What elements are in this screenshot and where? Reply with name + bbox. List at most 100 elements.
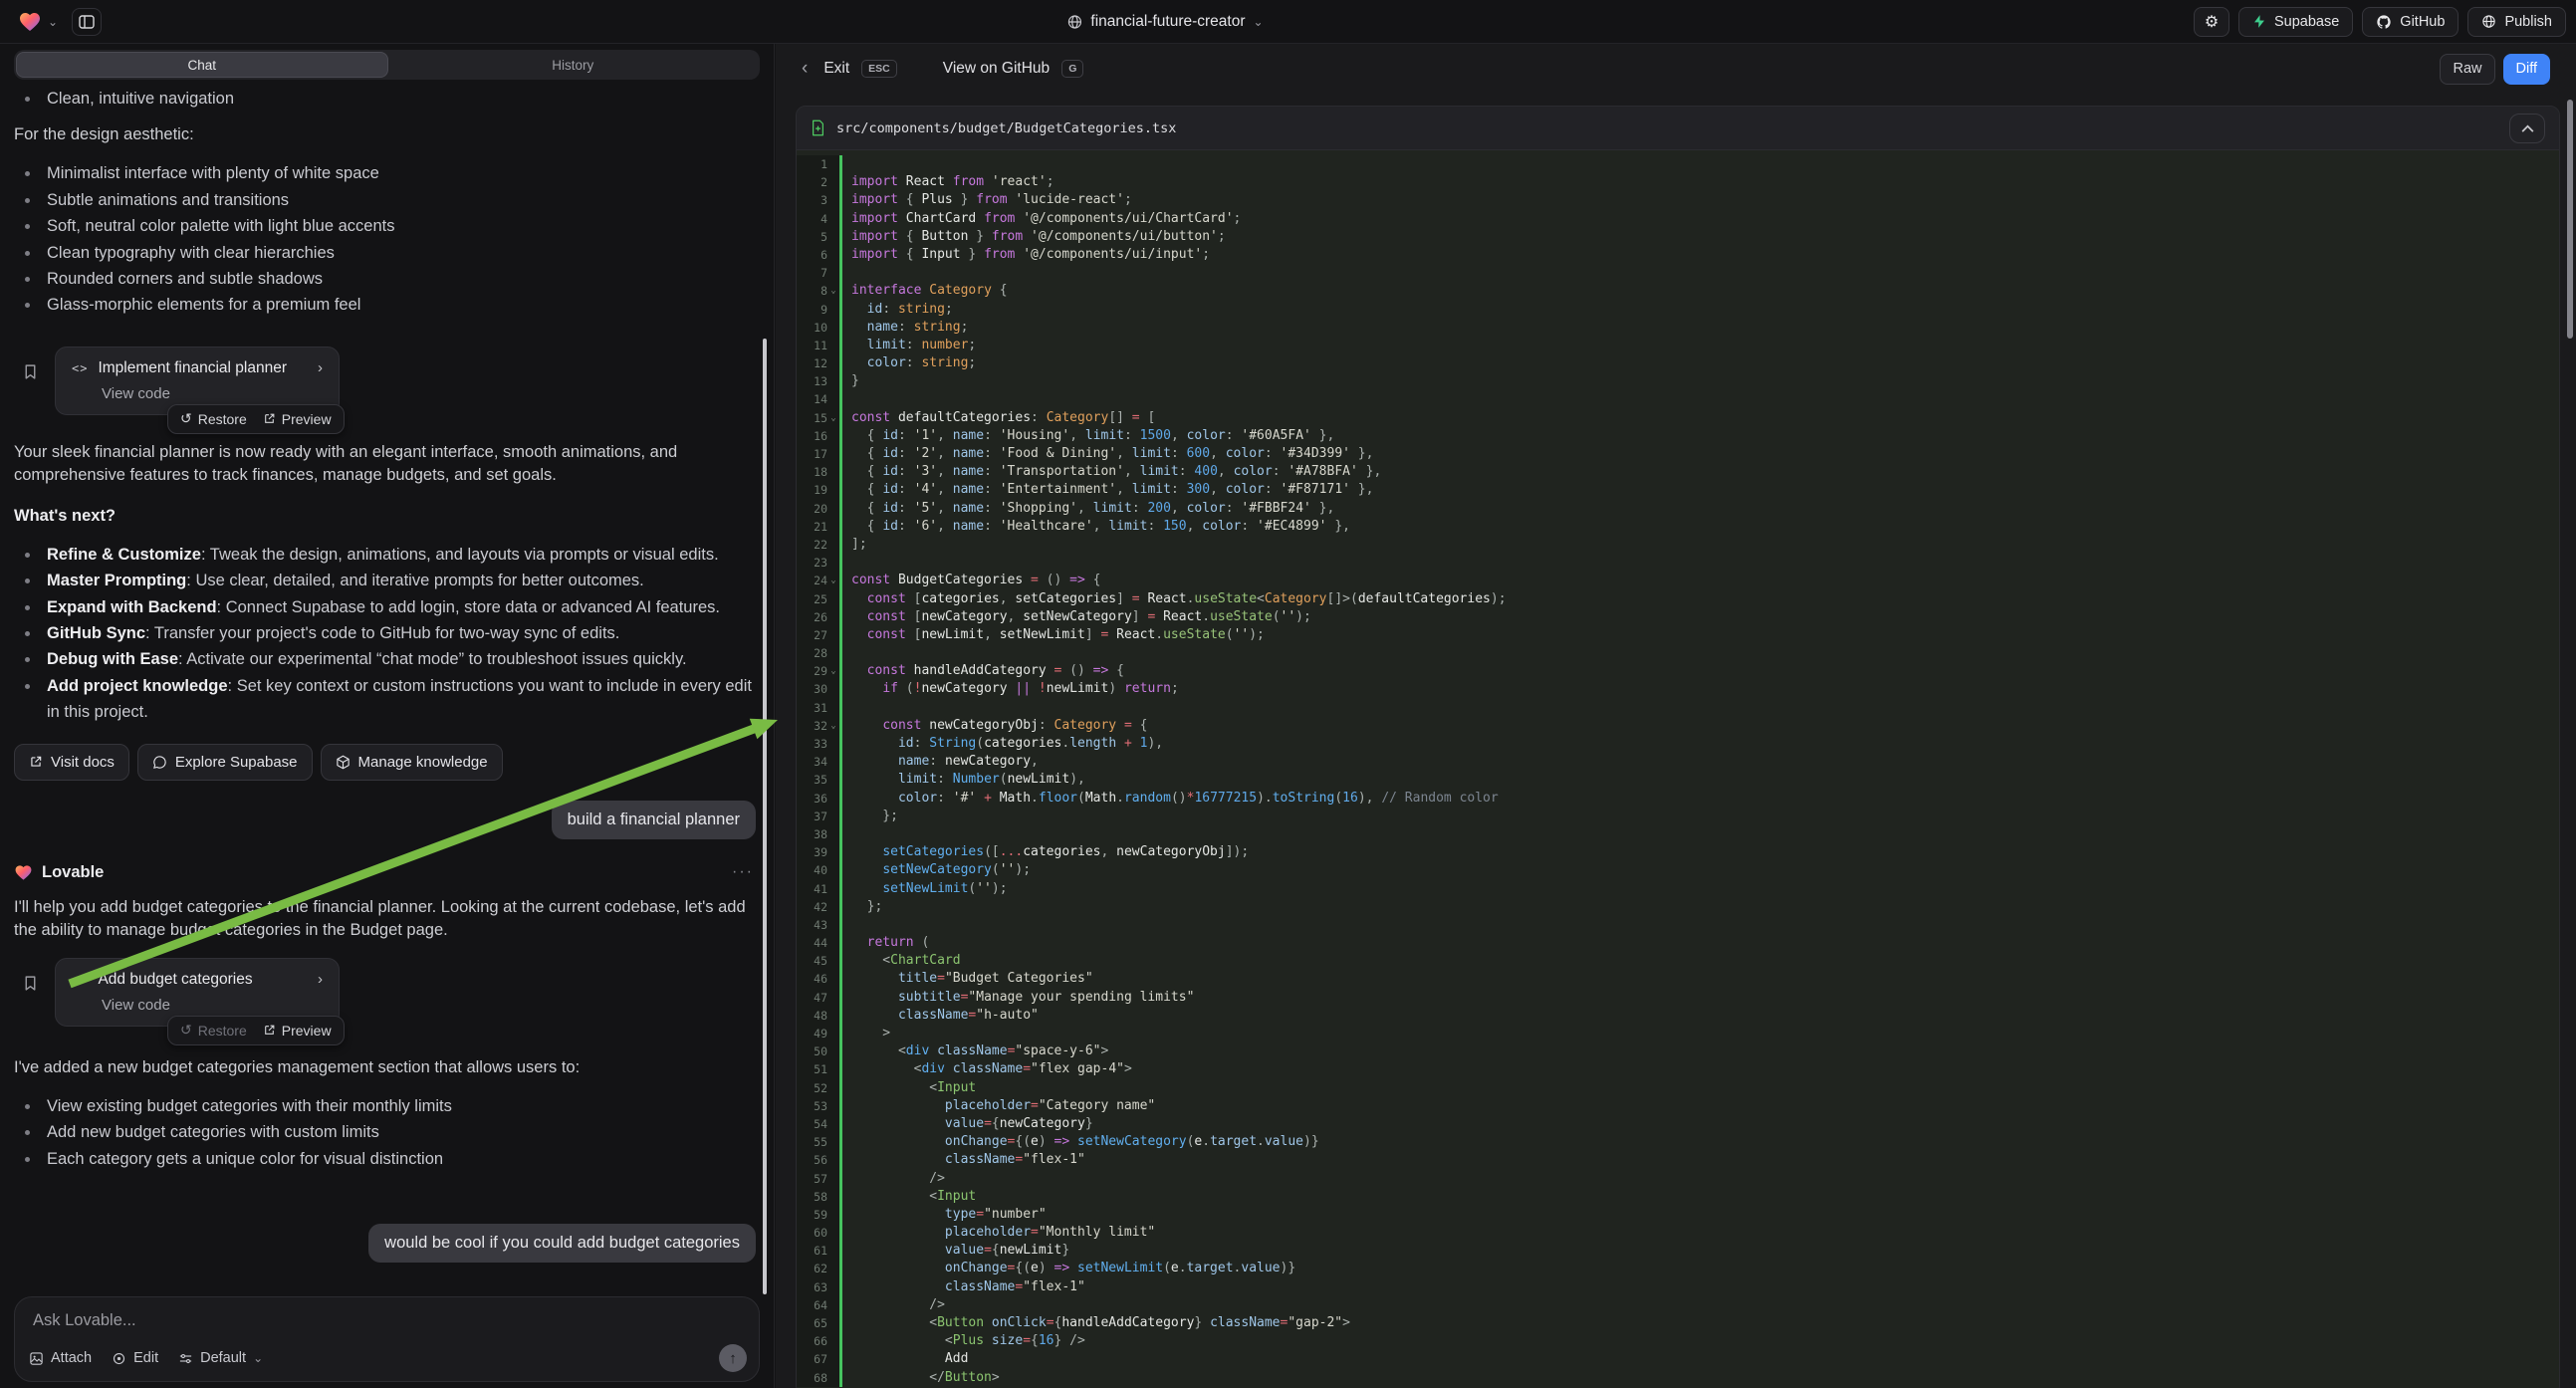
list-item: Clean typography with clear hierarchies xyxy=(14,240,760,266)
code-lines[interactable]: 12import React from 'react';3import { Pl… xyxy=(797,150,2559,1387)
list-item: GitHub Sync: Transfer your project's cod… xyxy=(14,620,760,646)
publish-button[interactable]: Publish xyxy=(2467,7,2566,37)
code-line: 24⌄const BudgetCategories = () => { xyxy=(797,572,2559,589)
code-line: 22]; xyxy=(797,536,2559,554)
code-line: 28 xyxy=(797,644,2559,662)
code-line: 44 return ( xyxy=(797,934,2559,952)
version-actions: ↺ Restore Preview xyxy=(167,404,345,434)
tab-chat[interactable]: Chat xyxy=(16,52,388,78)
version-actions: ↺ Restore Preview xyxy=(167,1016,345,1045)
code-scrollbar[interactable] xyxy=(2567,100,2573,339)
restore-button[interactable]: ↺ Restore xyxy=(180,1022,247,1039)
version-card-row: <> Add budget categories › View code ↺ R… xyxy=(22,958,760,1027)
send-button[interactable]: ↑ xyxy=(719,1344,747,1372)
list-item: Glass-morphic elements for a premium fee… xyxy=(14,292,760,318)
supabase-icon xyxy=(2252,14,2266,29)
composer: Attach Edit Default ⌄ ↑ xyxy=(14,1296,760,1382)
code-line: 55 onChange={(e) => setNewCategory(e.tar… xyxy=(797,1133,2559,1151)
code-line: 65 <Button onClick={handleAddCategory} c… xyxy=(797,1314,2559,1332)
fold-chevron-icon[interactable]: ⌄ xyxy=(827,717,839,735)
code-line: 1 xyxy=(797,155,2559,173)
bookmark-icon[interactable] xyxy=(22,974,39,1027)
code-line: 53 placeholder="Category name" xyxy=(797,1097,2559,1115)
lovable-logo-heart-icon[interactable] xyxy=(18,10,42,34)
code-line: 47 subtitle="Manage your spending limits… xyxy=(797,989,2559,1007)
code-line: 62 onChange={(e) => setNewLimit(e.target… xyxy=(797,1260,2559,1277)
fold-chevron-icon[interactable]: ⌄ xyxy=(827,409,839,427)
edit-button[interactable]: Edit xyxy=(112,1350,158,1366)
tab-history[interactable]: History xyxy=(388,52,759,78)
visit-docs-button[interactable]: Visit docs xyxy=(14,744,129,781)
collapse-file-button[interactable] xyxy=(2509,114,2545,143)
design-bullet-list: Minimalist interface with plenty of whit… xyxy=(14,160,760,318)
list-item: Clean, intuitive navigation xyxy=(14,86,760,112)
sidebar-toggle-button[interactable] xyxy=(72,8,102,36)
chat-input[interactable] xyxy=(33,1311,690,1330)
preview-label: Preview xyxy=(282,411,332,427)
chat-scrollbar[interactable] xyxy=(763,339,767,1294)
preview-button[interactable]: Preview xyxy=(263,411,332,427)
external-link-icon xyxy=(29,755,43,769)
code-line: 33 id: String(categories.length + 1), xyxy=(797,735,2559,753)
attach-label: Attach xyxy=(51,1350,92,1366)
code-line: 15⌄const defaultCategories: Category[] =… xyxy=(797,409,2559,427)
manage-knowledge-button[interactable]: Manage knowledge xyxy=(321,744,503,781)
external-link-icon xyxy=(263,1024,276,1037)
code-line: 38 xyxy=(797,825,2559,843)
list-item: Add new budget categories with custom li… xyxy=(14,1119,760,1145)
raw-toggle-button[interactable]: Raw xyxy=(2440,54,2494,85)
view-code-link[interactable]: View code xyxy=(102,997,323,1014)
list-item: Refine & Customize: Tweak the design, an… xyxy=(14,542,760,568)
chevron-down-icon[interactable]: ⌄ xyxy=(48,15,58,29)
next-steps-list: Refine & Customize: Tweak the design, an… xyxy=(14,542,760,726)
code-line: 25 const [categories, setCategories] = R… xyxy=(797,590,2559,608)
chat-history-tabs: Chat History xyxy=(14,50,760,80)
assistant-header: Lovable ··· xyxy=(14,863,760,882)
settings-button[interactable]: ⚙ xyxy=(2194,7,2229,37)
back-chevron-icon[interactable]: ‹ xyxy=(802,58,808,80)
code-icon: <> xyxy=(72,361,88,375)
file-header[interactable]: src/components/budget/BudgetCategories.t… xyxy=(797,107,2559,150)
code-line: 2import React from 'react'; xyxy=(797,173,2559,191)
code-panel: ‹ Exit ESC View on GitHub G Raw Diff src… xyxy=(776,44,2576,1388)
bookmark-icon[interactable] xyxy=(22,362,39,415)
more-options-icon[interactable]: ··· xyxy=(732,863,760,881)
diff-toggle-button[interactable]: Diff xyxy=(2503,54,2551,85)
mode-selector[interactable]: Default ⌄ xyxy=(178,1350,263,1366)
project-switcher[interactable]: financial-future-creator ⌄ xyxy=(1066,0,1263,44)
visit-docs-label: Visit docs xyxy=(51,754,115,771)
code-line: 49 > xyxy=(797,1025,2559,1042)
fold-chevron-icon[interactable]: ⌄ xyxy=(827,282,839,300)
chevron-right-icon: › xyxy=(318,971,323,988)
sliders-icon xyxy=(178,1351,193,1366)
list-item: Rounded corners and subtle shadows xyxy=(14,266,760,292)
code-line: 23 xyxy=(797,554,2559,572)
version-title: Implement financial planner xyxy=(98,359,287,377)
user-message-row: build a financial planner xyxy=(14,801,760,839)
restore-button[interactable]: ↺ Restore xyxy=(180,410,247,427)
panel-icon xyxy=(79,15,95,29)
fold-chevron-icon[interactable]: ⌄ xyxy=(827,572,839,589)
feature-bullet-list: View existing budget categories with the… xyxy=(14,1093,760,1172)
code-line: 58 <Input xyxy=(797,1188,2559,1206)
explore-supabase-button[interactable]: Explore Supabase xyxy=(137,744,313,781)
chat-bubble-icon xyxy=(152,755,167,770)
user-message-bubble: build a financial planner xyxy=(552,801,756,839)
view-on-github-link[interactable]: View on GitHub xyxy=(943,60,1050,78)
attach-button[interactable]: Attach xyxy=(29,1350,92,1366)
github-button[interactable]: GitHub xyxy=(2362,7,2459,37)
code-line: 17 { id: '2', name: 'Food & Dining', lim… xyxy=(797,445,2559,463)
supabase-button[interactable]: Supabase xyxy=(2238,7,2353,37)
fold-chevron-icon[interactable]: ⌄ xyxy=(827,662,839,680)
view-code-link[interactable]: View code xyxy=(102,385,323,402)
chat-panel: Chat History Clean, intuitive navigation… xyxy=(0,44,775,1388)
code-line: 54 value={newCategory} xyxy=(797,1115,2559,1133)
code-line: 14 xyxy=(797,390,2559,408)
code-line: 29⌄ const handleAddCategory = () => { xyxy=(797,662,2559,680)
preview-button[interactable]: Preview xyxy=(263,1023,332,1039)
code-line: 46 title="Budget Categories" xyxy=(797,970,2559,988)
exit-button[interactable]: Exit xyxy=(823,60,849,78)
restore-label: Restore xyxy=(198,411,247,427)
code-line: 7 xyxy=(797,264,2559,282)
code-line: 64 /> xyxy=(797,1296,2559,1314)
